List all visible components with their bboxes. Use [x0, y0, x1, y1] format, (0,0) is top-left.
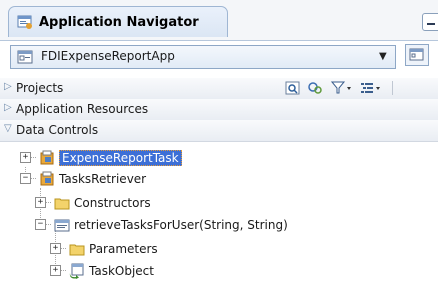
application-dropdown[interactable]: FDIExpenseReportApp ▼ [10, 45, 396, 69]
tree-item-parameters[interactable]: + Parameters [50, 238, 158, 259]
tree-item-taskobject[interactable]: + TaskObject [50, 260, 154, 281]
application-icon [17, 49, 33, 68]
tree-item-constructors[interactable]: + Constructors [35, 192, 151, 213]
accordion-application-resources-label: Application Resources [16, 102, 149, 116]
collapsed-triangle-icon: ▷ [4, 102, 12, 113]
tree-item-retrievetasksforuser[interactable]: − retrieveTasksForUser(String, String) [35, 214, 288, 235]
data-control-icon [39, 171, 55, 187]
accordion-data-controls-label: Data Controls [16, 123, 99, 137]
chevron-down-icon: ▼ [379, 51, 387, 62]
collapse-toggle[interactable]: − [20, 173, 31, 184]
toolbar-divider [392, 81, 393, 95]
accordion-data-controls[interactable]: ▽ Data Controls [0, 120, 438, 142]
layout-options-icon[interactable] [359, 80, 383, 99]
panel-title: Application Navigator [39, 15, 199, 30]
expand-toggle[interactable]: + [35, 197, 46, 208]
accordion-projects[interactable]: ▷ Projects [0, 78, 438, 100]
tree-item-label: Parameters [89, 241, 158, 256]
minimize-button[interactable] [422, 13, 438, 31]
accordion-projects-label: Projects [16, 81, 64, 95]
folder-icon [69, 241, 85, 257]
tree-item-expensereporttask[interactable]: + ExpenseReportTask [20, 147, 182, 168]
expand-toggle[interactable]: + [20, 152, 31, 163]
tab-application-navigator[interactable]: Application Navigator [8, 6, 228, 37]
tree-item-label: retrieveTasksForUser(String, String) [74, 217, 288, 232]
application-dropdown-value: FDIExpenseReportApp [41, 49, 175, 63]
tree-item-label: TaskObject [89, 263, 154, 278]
accordion-application-resources[interactable]: ▷ Application Resources [0, 99, 438, 121]
tree-item-label: Constructors [74, 195, 151, 210]
return-object-icon [69, 263, 85, 279]
refresh-icon[interactable] [307, 80, 323, 99]
expanded-triangle-icon: ▽ [4, 123, 12, 134]
tree-item-label: TasksRetriever [59, 171, 147, 186]
expand-toggle[interactable]: + [50, 243, 61, 254]
collapsed-triangle-icon: ▷ [4, 81, 12, 92]
application-menu-button[interactable] [405, 44, 429, 66]
tree-item-label: ExpenseReportTask [59, 149, 182, 166]
find-icon[interactable] [285, 80, 301, 99]
collapse-toggle[interactable]: − [35, 219, 46, 230]
expand-toggle[interactable]: + [50, 265, 61, 276]
filter-icon[interactable] [330, 80, 353, 99]
data-control-icon [39, 150, 55, 166]
navigator-icon [17, 14, 33, 33]
application-selector-row: FDIExpenseReportApp ▼ [0, 40, 438, 75]
method-icon [54, 217, 70, 233]
tree-item-tasksretriever[interactable]: − TasksRetriever [20, 168, 146, 189]
folder-icon [54, 195, 70, 211]
tab-strip: Application Navigator [0, 0, 438, 40]
